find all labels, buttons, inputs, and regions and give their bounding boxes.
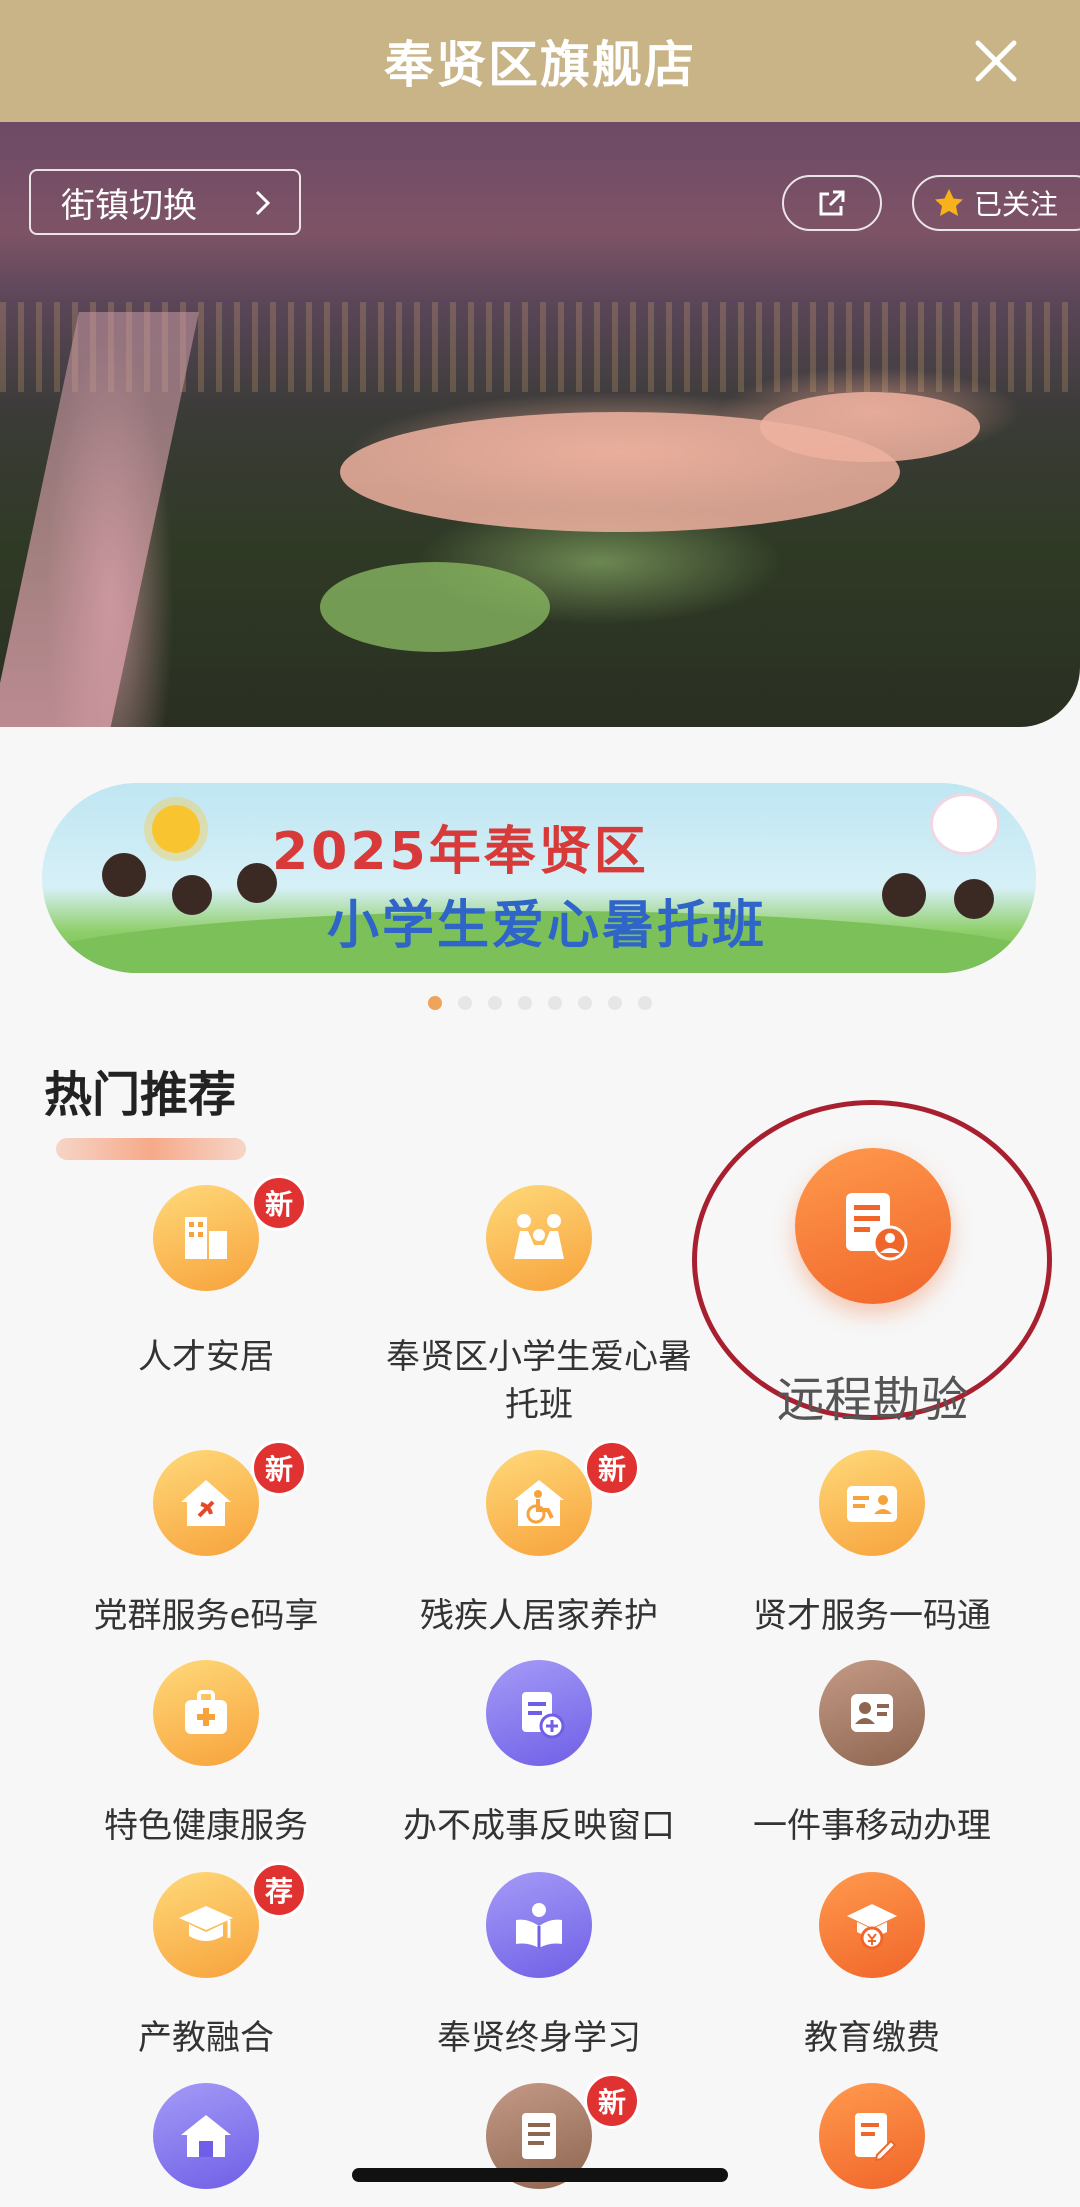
new-badge: 新 <box>584 1440 640 1496</box>
park-field <box>320 562 550 652</box>
town-switch-label: 街镇切换 <box>61 185 197 226</box>
banner-title: 2025年奉贤区 <box>272 822 649 882</box>
child-figure <box>237 863 277 903</box>
child-figure <box>954 879 994 919</box>
hero-city-image: 街镇切换 已关注 <box>0 122 1080 727</box>
book-reader-icon <box>486 1872 592 1978</box>
town-switch-button[interactable]: 街镇切换 <box>29 169 301 235</box>
share-icon <box>819 190 845 216</box>
banner-subtitle: 小学生爱心暑托班 <box>327 896 768 956</box>
graduation-cap-icon <box>153 1872 259 1978</box>
service-item-education-payment[interactable]: 教育缴费 <box>707 1872 1037 2072</box>
new-badge: 新 <box>251 1175 307 1231</box>
child-figure <box>172 875 212 915</box>
share-button[interactable] <box>782 175 882 231</box>
building-icon <box>153 1185 259 1291</box>
summer-class-logo <box>930 793 1000 855</box>
medical-kit-icon <box>153 1660 259 1766</box>
wheelchair-home-icon <box>486 1450 592 1556</box>
service-item-one-thing[interactable]: 一件事移动办理 <box>707 1660 1037 1860</box>
service-label: 党群服务e码享 <box>93 1596 319 1636</box>
new-badge: 新 <box>584 2073 640 2129</box>
carousel-dot[interactable] <box>428 996 442 1010</box>
service-item-health[interactable]: 特色健康服务 <box>41 1660 371 1860</box>
party-home-icon <box>153 1450 259 1556</box>
follow-label: 已关注 <box>974 188 1059 221</box>
lake-shape <box>760 392 980 462</box>
carousel-dot[interactable] <box>458 996 472 1010</box>
service-item-party-service[interactable]: 新 党群服务e码享 <box>41 1440 371 1650</box>
section-title: 热门推荐 <box>44 1067 237 1123</box>
service-item-lifelong-learning[interactable]: 奉贤终身学习 <box>374 1872 704 2072</box>
carousel-dot[interactable] <box>578 996 592 1010</box>
sun-icon <box>152 805 200 853</box>
close-icon[interactable] <box>966 31 1026 91</box>
carousel-indicator[interactable] <box>428 996 652 1010</box>
carousel-dot[interactable] <box>488 996 502 1010</box>
service-item-row5-1[interactable] <box>41 2083 371 2193</box>
service-label: 贤才服务一码通 <box>753 1596 991 1636</box>
id-card-icon <box>819 1450 925 1556</box>
service-label-remote-inspection[interactable]: 远程勘验 <box>700 1360 1045 1430</box>
header-bar: 奉贤区旗舰店 <box>0 0 1080 122</box>
service-label: 特色健康服务 <box>104 1806 308 1846</box>
form-add-icon <box>486 1660 592 1766</box>
service-item-talent-housing[interactable]: 新 人才安居 <box>41 1175 371 1405</box>
service-label: 人才安居 <box>138 1337 274 1377</box>
service-item-industry-education[interactable]: 荐 产教融合 <box>41 1862 371 2072</box>
service-item-talent-code[interactable]: 贤才服务一码通 <box>707 1450 1037 1650</box>
service-item-row5-3[interactable] <box>707 2083 1037 2193</box>
follow-button[interactable]: 已关注 <box>912 175 1080 231</box>
promo-banner[interactable]: 2025年奉贤区 小学生爱心暑托班 <box>42 783 1036 973</box>
star-icon <box>935 189 963 216</box>
home-indicator[interactable] <box>352 2168 728 2182</box>
child-figure <box>102 853 146 897</box>
service-label: 教育缴费 <box>804 2018 940 2058</box>
edit-document-icon <box>819 2083 925 2189</box>
carousel-dot[interactable] <box>548 996 562 1010</box>
service-item-feedback-window[interactable]: 办不成事反映窗口 <box>374 1660 704 1860</box>
document-user-icon[interactable] <box>795 1148 951 1304</box>
child-figure <box>882 873 926 917</box>
service-label: 一件事移动办理 <box>753 1806 991 1846</box>
service-item-disabled-care[interactable]: 新 残疾人居家养护 <box>374 1440 704 1650</box>
service-label: 奉贤区小学生爱心暑托班 <box>386 1337 692 1425</box>
service-label: 产教融合 <box>138 2018 274 2058</box>
service-label: 办不成事反映窗口 <box>403 1806 675 1846</box>
new-badge: 新 <box>251 1440 307 1496</box>
carousel-dot[interactable] <box>638 996 652 1010</box>
cap-yen-icon <box>819 1872 925 1978</box>
user-card-icon <box>819 1660 925 1766</box>
section-underline <box>56 1138 246 1160</box>
page-title: 奉贤区旗舰店 <box>384 36 696 94</box>
carousel-dot[interactable] <box>518 996 532 1010</box>
chevron-right-icon <box>255 190 271 216</box>
service-item-summer-class[interactable]: 奉贤区小学生爱心暑托班 <box>374 1185 704 1425</box>
service-label: 奉贤终身学习 <box>437 2018 641 2058</box>
recommend-badge: 荐 <box>251 1862 307 1918</box>
family-icon <box>486 1185 592 1291</box>
carousel-dot[interactable] <box>608 996 622 1010</box>
service-label: 残疾人居家养护 <box>420 1596 658 1636</box>
hospital-home-icon <box>153 2083 259 2189</box>
